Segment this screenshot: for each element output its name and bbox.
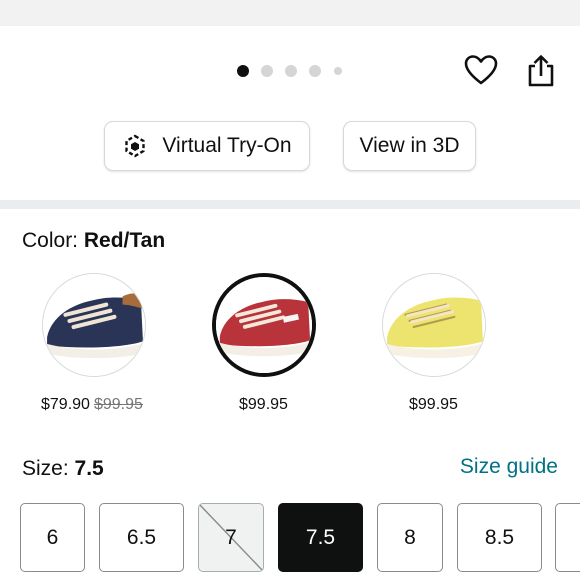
carousel-dot-4[interactable] [309,65,321,77]
color-heading: Color: Red/Tan [22,229,165,253]
view-in-3d-button[interactable]: View in 3D [343,121,476,171]
selected-size-value: 7.5 [74,457,104,480]
color-swatch-red-tan[interactable] [212,273,316,377]
size-option-label: 8 [404,525,416,549]
virtual-try-on-button[interactable]: Virtual Try-On [104,121,310,171]
size-option-label: 7 [225,525,237,549]
size-option-6-5[interactable]: 6.5 [99,503,184,572]
size-option-8[interactable]: 8 [377,503,443,572]
size-option-label: 6.5 [126,525,157,549]
price-red-tan: $99.95 [239,396,288,414]
size-guide-link[interactable]: Size guide [460,455,558,479]
section-divider [0,200,580,209]
color-swatch-navy[interactable] [42,273,146,377]
sneaker-image [383,274,485,376]
selected-color-value: Red/Tan [83,229,166,252]
size-option-label: 7.5 [305,525,336,549]
size-option-7-unavailable[interactable]: 7 [198,503,264,572]
price-yellow: $99.95 [409,396,458,414]
size-option-8-5[interactable]: 8.5 [457,503,542,572]
favorite-button[interactable] [464,54,498,86]
carousel-dot-2[interactable] [261,65,273,77]
size-label: Size: [22,457,69,480]
size-option-7-5-selected[interactable]: 7.5 [278,503,363,572]
carousel-dot-1[interactable] [237,65,249,77]
sneaker-image [43,274,145,376]
size-option-label: 6 [46,525,59,549]
sneaker-image [216,277,312,373]
virtual-try-on-label: Virtual Try-On [162,134,292,157]
size-heading: Size: 7.5 [22,457,104,481]
top-gray-strip [0,0,580,26]
heart-icon [464,55,498,85]
carousel-dot-5[interactable] [334,67,342,75]
color-label: Color: [22,229,79,252]
size-option-label: 8.5 [484,525,515,549]
current-price: $79.90 [41,396,90,413]
view-in-3d-label: View in 3D [359,134,460,157]
current-price: $99.95 [409,396,458,413]
list-price: $99.95 [93,396,143,413]
carousel-dot-3[interactable] [285,65,297,77]
size-option-6[interactable]: 6 [20,503,85,572]
cube-icon [125,134,146,158]
color-swatch-yellow[interactable] [382,273,486,377]
share-icon [528,55,554,87]
size-option-next-partial[interactable] [555,503,580,572]
share-button[interactable] [526,54,556,88]
current-price: $99.95 [239,396,288,413]
price-navy: $79.90 $99.95 [41,396,143,414]
